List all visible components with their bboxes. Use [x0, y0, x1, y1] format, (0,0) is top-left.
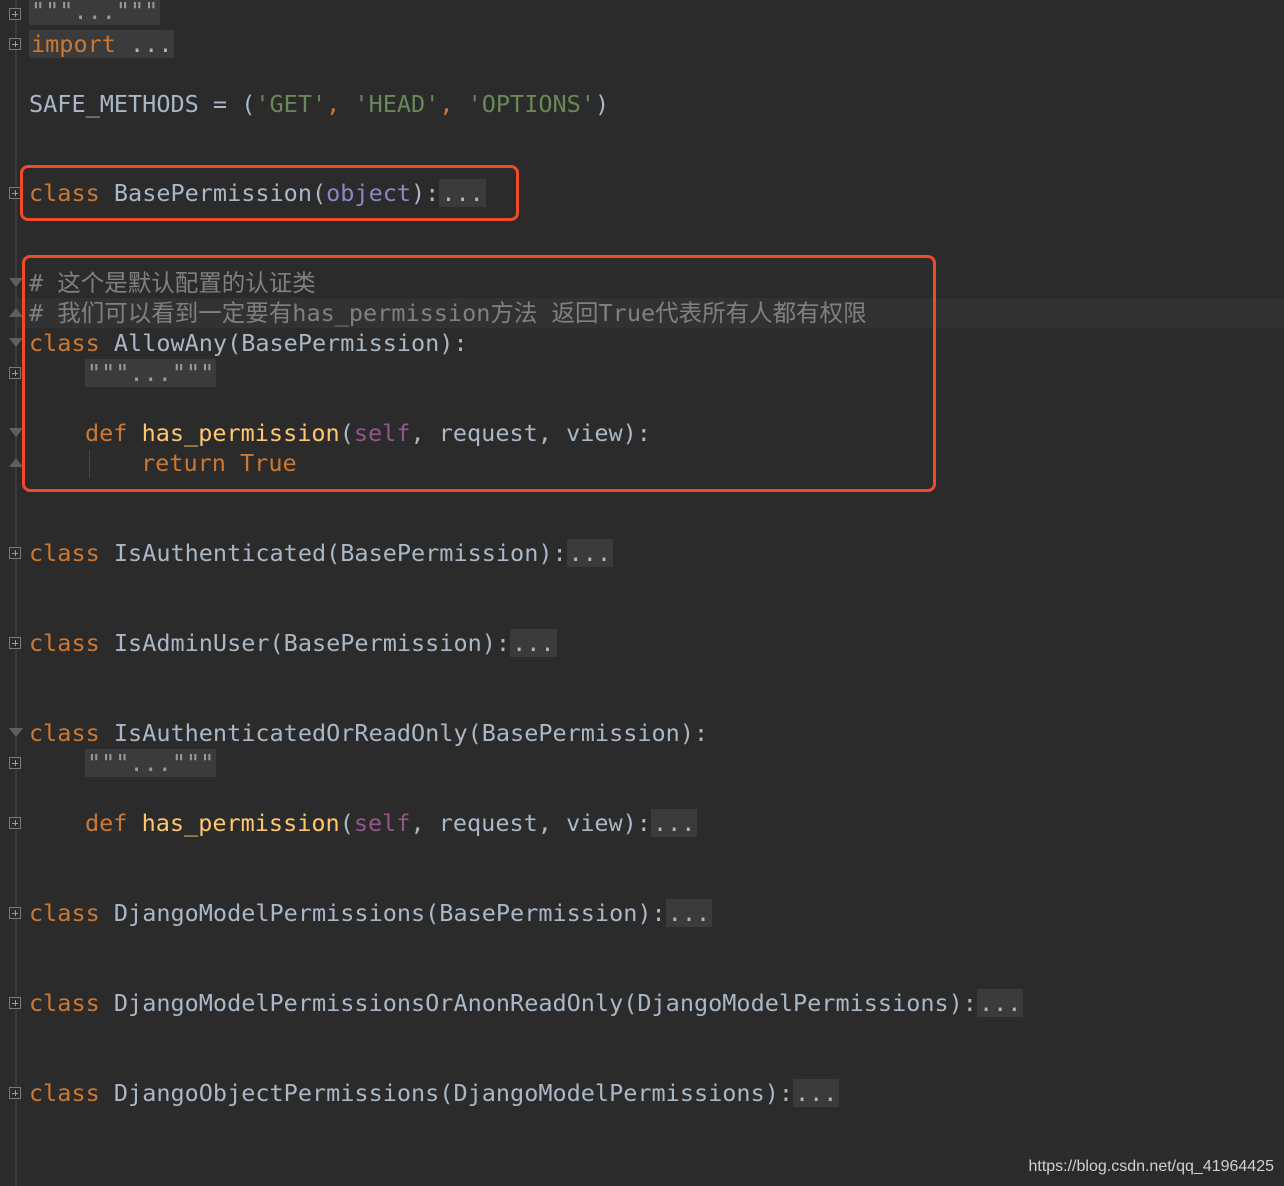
fold-expand-icon[interactable] [9, 38, 21, 50]
fold-end-icon[interactable] [9, 308, 23, 318]
fold-collapse-icon[interactable] [9, 278, 23, 288]
folded-body[interactable]: ... [510, 629, 557, 657]
folded-body[interactable]: ... [566, 539, 614, 567]
fold-expand-icon[interactable] [9, 817, 21, 829]
folded-body[interactable]: ... [793, 1079, 840, 1107]
annotation-box-allowany [22, 255, 936, 492]
fold-collapse-icon[interactable] [9, 338, 23, 348]
code-line-djangomodelpermissions: class DjangoModelPermissions(BasePermiss… [29, 899, 713, 927]
fold-expand-icon[interactable] [9, 1087, 21, 1099]
code-line-isauthro-doc: """...""" [85, 748, 217, 778]
folded-body[interactable]: ... [665, 899, 713, 927]
string-literal: 'HEAD' [354, 90, 440, 118]
code-line-djangoobjectpermissions: class DjangoObjectPermissions(DjangoMode… [29, 1079, 840, 1107]
fold-expand-icon[interactable] [9, 8, 21, 20]
keyword: class [29, 629, 100, 657]
code-line-djangomodelpermissionsoranonreadonly: class DjangoModelPermissionsOrAnonReadOn… [29, 989, 1024, 1017]
fold-expand-icon[interactable] [9, 637, 21, 649]
fold-expand-icon[interactable] [9, 547, 21, 559]
code-line-import: import ... [29, 29, 175, 59]
fold-collapse-icon[interactable] [9, 428, 23, 438]
annotation-box-basepermission [20, 165, 519, 221]
folded-imports[interactable]: ... [116, 30, 172, 58]
string-literal: 'OPTIONS' [467, 90, 595, 118]
folded-body[interactable]: ... [650, 809, 698, 837]
keyword: import [31, 30, 116, 58]
watermark-url: https://blog.csdn.net/qq_41964425 [1028, 1158, 1274, 1175]
folded-body[interactable]: ... [976, 989, 1024, 1017]
code-line-isauthenticated: class IsAuthenticated(BasePermission):..… [29, 539, 614, 567]
folded-docstring[interactable]: """...""" [85, 749, 217, 777]
keyword: class [29, 539, 100, 567]
function-name: has_permission [127, 809, 340, 837]
fold-expand-icon[interactable] [9, 367, 21, 379]
code-line-safe-methods: SAFE_METHODS = ('GET', 'HEAD', 'OPTIONS'… [29, 90, 610, 118]
fold-collapse-icon[interactable] [9, 728, 23, 738]
fold-expand-icon[interactable] [9, 757, 21, 769]
code-line-isauthenticatedorreadonly: class IsAuthenticatedOrReadOnly(BasePerm… [29, 719, 709, 747]
folded-docstring[interactable]: """...""" [29, 0, 161, 25]
code-line-isadminuser: class IsAdminUser(BasePermission):... [29, 629, 557, 657]
self-param: self [353, 809, 411, 837]
keyword: class [29, 719, 100, 747]
keyword: def [85, 809, 128, 837]
keyword: class [29, 1079, 100, 1107]
keyword: class [29, 899, 100, 927]
fold-expand-icon[interactable] [9, 907, 21, 919]
keyword: class [29, 989, 100, 1017]
code-line-docstring: """...""" [29, 0, 161, 26]
fold-end-icon[interactable] [9, 458, 23, 468]
code-line-def2: def has_permission(self, request, view):… [85, 809, 698, 837]
string-literal: 'GET' [255, 90, 327, 118]
fold-expand-icon[interactable] [9, 997, 21, 1009]
